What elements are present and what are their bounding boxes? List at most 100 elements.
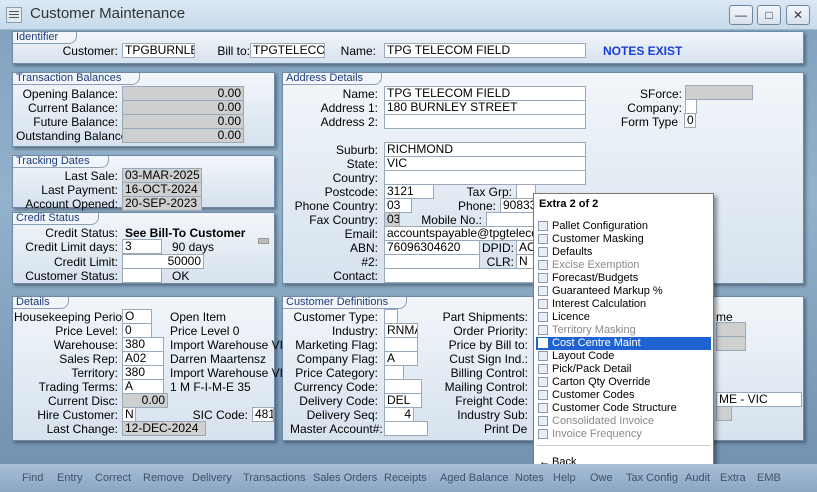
opening-balance-label: Opening Balance: [22,87,118,101]
housekeeping-field[interactable]: O [122,309,152,324]
toolbar-entry[interactable]: Entry [57,472,83,484]
trading-terms-label: Trading Terms: [38,380,118,394]
addr-name-field[interactable]: TPG TELECOM FIELD [384,86,586,101]
toolbar-receipts[interactable]: Receipts [384,472,427,484]
toolbar-help[interactable]: Help [553,472,576,484]
partial-field-vic[interactable]: ME - VIC [716,392,802,407]
toolbar-audit[interactable]: Audit [685,472,710,484]
company-field[interactable] [685,99,697,114]
address2-field[interactable] [384,114,586,129]
toolbar-sales-orders[interactable]: Sales Orders [313,472,377,484]
customer-type-field[interactable] [384,309,398,324]
credit-days-toggle[interactable] [258,238,269,244]
last-sale-value: 03-MAR-2025 [122,168,202,183]
delivery-code-field[interactable]: DEL [384,393,422,408]
mobile-field[interactable] [486,212,534,227]
marketing-flag-field[interactable] [384,337,418,352]
fax-country-field[interactable]: 03 [384,212,400,227]
customer-status-field[interactable] [122,268,162,283]
company-flag-field[interactable]: A [384,351,418,366]
sales-rep-field[interactable]: A02 [122,351,164,366]
warehouse-field[interactable]: 380 [122,337,164,352]
formtype-field[interactable]: 0 [684,113,696,128]
toolbar-remove[interactable]: Remove [143,472,184,484]
menu-item-invoice-frequency[interactable]: Invoice Frequency [536,428,711,441]
billing-control-label: Billing Control: [450,366,528,380]
extra-menu: Extra 2 of 2 Pallet Configuration Custome… [533,193,714,474]
notes-exist-indicator[interactable]: NOTES EXIST [603,44,682,58]
toolbar-extra[interactable]: Extra [720,472,746,484]
opening-balance-value: 0.00 [122,86,244,101]
name-field[interactable]: TPG TELECOM FIELD [384,43,586,58]
menu-item-label: Pallet Configuration [552,220,649,232]
maximize-button[interactable]: □ [757,5,781,25]
billto-field[interactable]: TPGTELECOM [250,43,325,58]
state-field[interactable]: VIC [384,156,586,171]
menu-item-consolidated-invoice[interactable]: Consolidated Invoice [536,415,711,428]
country-field[interactable] [384,170,586,185]
num2-field[interactable] [384,254,480,269]
price-category-field[interactable] [384,365,404,380]
territory-field[interactable]: 380 [122,365,164,380]
menu-item-customer-codes[interactable]: Customer Codes [536,389,711,402]
menu-item-guaranteed-markup-[interactable]: Guaranteed Markup % [536,285,711,298]
menu-item-licence[interactable]: Licence [536,311,711,324]
dpid-field[interactable]: AC [516,240,534,255]
menu-item-defaults[interactable]: Defaults [536,246,711,259]
sforce-field [685,85,753,100]
master-account-label: Master Account#: [290,422,383,436]
trading-terms-field[interactable]: A [122,379,164,394]
company-label: Company: [627,101,682,115]
toolbar-transactions[interactable]: Transactions [243,472,306,484]
hire-customer-field[interactable]: N [122,407,136,422]
mobile-label: Mobile No.: [421,213,482,227]
taxgrp-label: Tax Grp: [466,185,512,199]
menu-item-customer-masking[interactable]: Customer Masking [536,233,711,246]
toolbar-emb[interactable]: EMB [757,472,781,484]
menu-item-pallet-configuration[interactable]: Pallet Configuration [536,220,711,233]
minimize-button[interactable]: — [729,5,753,25]
price-level-field[interactable]: 0 [122,323,152,338]
clr-field[interactable]: N [516,254,534,269]
toolbar-find[interactable]: Find [22,472,43,484]
menu-item-layout-code[interactable]: Layout Code [536,350,711,363]
industry-field[interactable]: RNMA [384,323,418,338]
menu-item-carton-qty-override[interactable]: Carton Qty Override [536,376,711,389]
credit-limit-days-field[interactable]: 3 [122,239,162,254]
menu-item-excise-exemption[interactable]: Excise Exemption [536,259,711,272]
master-account-field[interactable] [384,421,428,436]
address1-field[interactable]: 180 BURNLEY STREET [384,100,586,115]
menu-item-territory-masking[interactable]: Territory Masking [536,324,711,337]
abn-field[interactable]: 76096304620 [384,240,480,255]
suburb-field[interactable]: RICHMOND [384,142,586,157]
contact-field[interactable] [384,268,534,283]
toolbar-notes[interactable]: Notes [515,472,544,484]
price-level-desc: Price Level 0 [170,324,240,338]
menu-item-pick-pack-detail[interactable]: Pick/Pack Detail [536,363,711,376]
sic-code-field[interactable]: 4813 [252,407,274,422]
outstanding-balance-value: 0.00 [122,128,244,143]
phone-country-field[interactable]: 03 [384,198,412,213]
customer-field[interactable]: TPGBURNLEY [122,43,195,58]
phone-field[interactable]: 90833190 [500,198,534,213]
credit-limit-field[interactable]: 50000 [122,254,204,269]
toolbar-tax-config[interactable]: Tax Config [626,472,678,484]
menu-item-interest-calculation[interactable]: Interest Calculation [536,298,711,311]
postcode-field[interactable]: 3121 [384,184,434,199]
menu-item-icon [538,390,548,400]
menu-item-forecast-budgets[interactable]: Forecast/Budgets [536,272,711,285]
toolbar-aged-balance[interactable]: Aged Balance [440,472,509,484]
email-field[interactable]: accountspayable@tpgtelecom.com [384,226,534,241]
menu-item-cost-centre-maint[interactable]: Cost Centre Maint [536,337,711,350]
currency-code-field[interactable] [384,379,422,394]
toolbar-correct[interactable]: Correct [95,472,131,484]
address2-label: Address 2: [320,115,378,129]
menu-item-customer-code-structure[interactable]: Customer Code Structure [536,402,711,415]
delivery-seq-field[interactable]: 4 [384,407,414,422]
suburb-label: Suburb: [335,143,378,157]
toolbar-owe[interactable]: Owe [590,472,613,484]
menu-item-label: Forecast/Budgets [552,272,639,284]
toolbar-delivery[interactable]: Delivery [192,472,232,484]
close-button[interactable]: ✕ [786,5,810,25]
menu-item-label: Interest Calculation [552,298,647,310]
